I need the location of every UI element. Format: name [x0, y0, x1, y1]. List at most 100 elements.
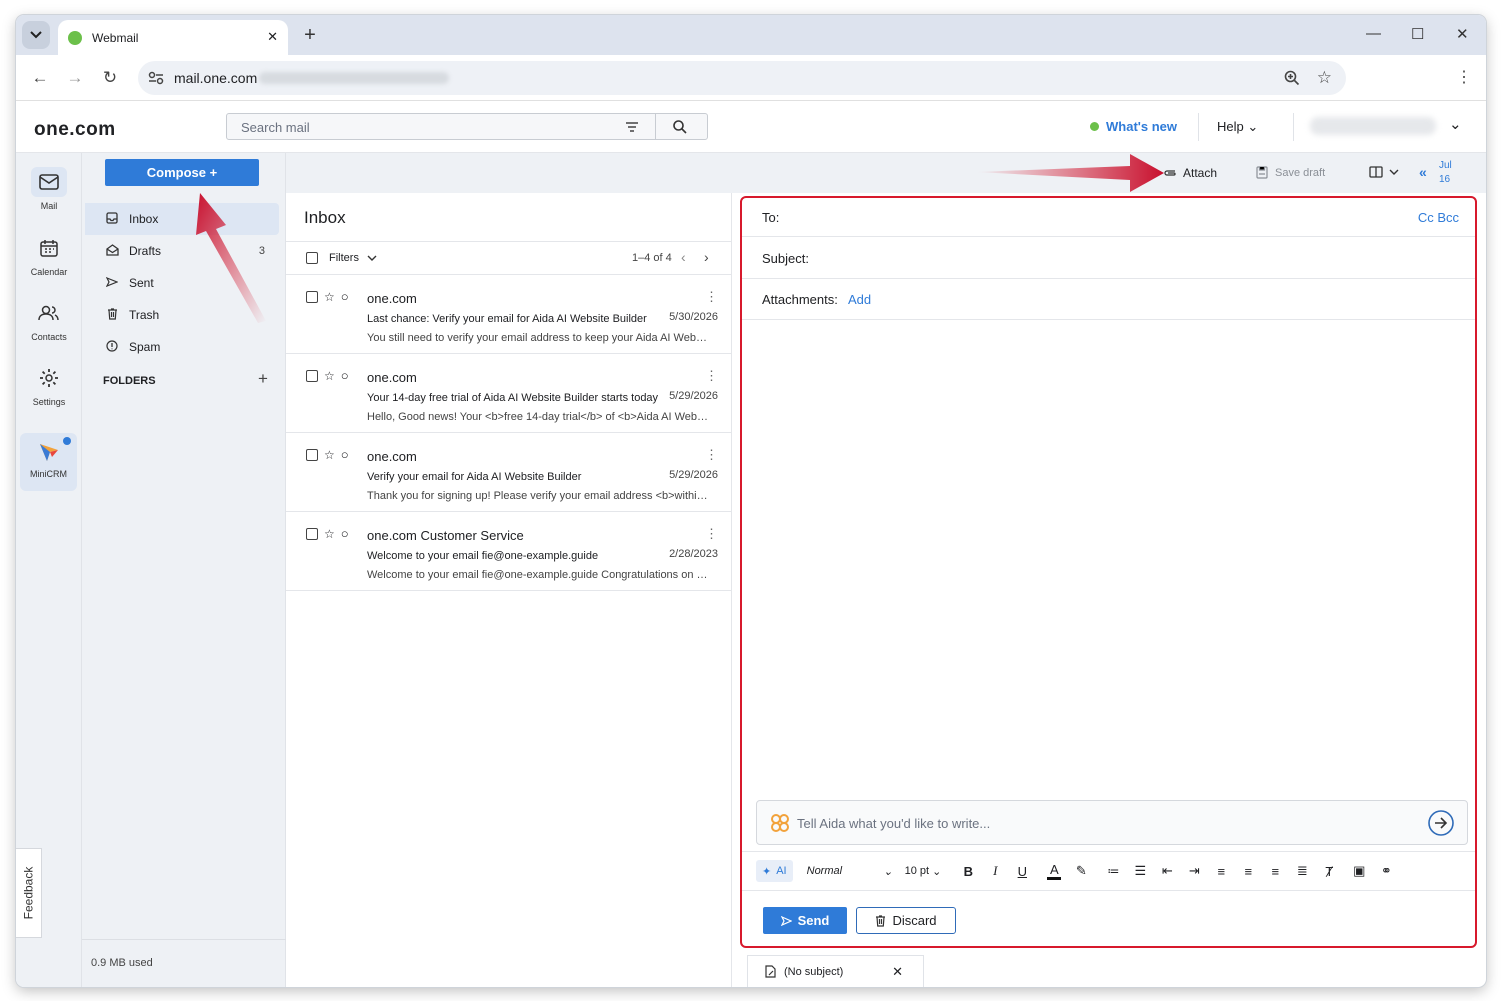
clear-format-icon[interactable]: Ⱦ: [1322, 864, 1336, 879]
unread-circle-icon[interactable]: ○: [341, 447, 349, 462]
rail-minicrm-label: MiniCRM: [30, 469, 67, 479]
browser-tab[interactable]: Webmail ✕: [58, 20, 288, 55]
numbered-list-icon[interactable]: ≔: [1106, 864, 1120, 878]
attach-button[interactable]: Attach: [1163, 166, 1217, 180]
align-center-icon[interactable]: ≡: [1241, 864, 1255, 879]
select-all-checkbox[interactable]: [306, 252, 318, 264]
bookmark-star-icon[interactable]: ☆: [1317, 68, 1332, 88]
send-button[interactable]: Send: [763, 907, 847, 934]
add-folder-icon[interactable]: +: [258, 369, 268, 389]
logo[interactable]: one.com: [34, 119, 116, 141]
unread-circle-icon[interactable]: ○: [341, 526, 349, 541]
row-checkbox[interactable]: [306, 290, 318, 303]
discard-button[interactable]: Discard: [856, 907, 956, 934]
filter-icon[interactable]: [625, 121, 639, 133]
back-icon[interactable]: ←: [28, 66, 52, 90]
account-chevron-icon[interactable]: ⌄: [1449, 115, 1462, 133]
align-left-icon[interactable]: ≡: [1214, 864, 1228, 879]
outdent-icon[interactable]: ⇤: [1160, 863, 1174, 879]
bullet-list-icon[interactable]: ☰: [1133, 863, 1147, 879]
rail-mail[interactable]: Mail: [16, 167, 82, 211]
star-icon[interactable]: ☆: [324, 448, 335, 462]
row-checkbox[interactable]: [306, 527, 318, 540]
draft-chip-label: (No subject): [784, 965, 844, 978]
tab-close-icon[interactable]: ✕: [267, 29, 278, 45]
draft-chip[interactable]: (No subject) ✕: [747, 955, 924, 987]
folder-item-trash[interactable]: Trash: [85, 299, 279, 331]
more-options-icon[interactable]: ⋮: [705, 368, 718, 384]
whats-new-link[interactable]: What's new: [1106, 119, 1177, 134]
list-item[interactable]: ☆ ○ one.com Customer Service ⋮ Welcome to…: [286, 512, 732, 591]
star-icon[interactable]: ☆: [324, 369, 335, 383]
add-attachment-link[interactable]: Add: [848, 292, 871, 307]
search-icon[interactable]: [673, 120, 687, 134]
bold-icon[interactable]: B: [961, 864, 975, 879]
list-item[interactable]: ☆ ○ one.com ⋮ Last chance: Verify your em…: [286, 275, 732, 354]
rail-settings[interactable]: Settings: [16, 363, 82, 407]
folder-item-spam[interactable]: Spam: [85, 331, 279, 363]
indent-icon[interactable]: ⇥: [1187, 863, 1201, 879]
compose-button[interactable]: Compose +: [105, 159, 259, 186]
style-select[interactable]: Normal ⌄: [807, 865, 893, 878]
unread-circle-icon[interactable]: ○: [341, 368, 349, 383]
arrow-right-circle-icon[interactable]: [1427, 809, 1455, 837]
zoom-icon[interactable]: [1284, 70, 1300, 86]
underline-icon[interactable]: U: [1015, 864, 1029, 879]
italic-icon[interactable]: I: [988, 863, 1002, 879]
more-options-icon[interactable]: ⋮: [705, 289, 718, 305]
list-item[interactable]: ☆ ○ one.com ⋮ Your 14-day free trial of A…: [286, 354, 732, 433]
highlight-icon[interactable]: ✎: [1074, 863, 1088, 879]
site-info-icon[interactable]: [148, 71, 164, 85]
minimize-icon[interactable]: —: [1366, 25, 1381, 42]
link-icon[interactable]: ⚭: [1379, 863, 1393, 879]
next-page-icon[interactable]: ›: [704, 249, 709, 265]
calendar-icon: [31, 233, 67, 263]
folder-item-drafts[interactable]: Drafts 3: [85, 235, 279, 267]
align-right-icon[interactable]: ≡: [1268, 864, 1282, 879]
account-name-redacted[interactable]: [1310, 117, 1436, 135]
aida-prompt-input[interactable]: Tell Aida what you'd like to write...: [756, 800, 1468, 845]
justify-icon[interactable]: ≣: [1295, 863, 1309, 879]
rail-contacts[interactable]: Contacts: [16, 298, 82, 342]
reload-icon[interactable]: ↻: [98, 66, 122, 90]
tab-search-button[interactable]: [22, 21, 50, 49]
address-bar[interactable]: mail.one.com ☆: [138, 61, 1346, 95]
row-checkbox[interactable]: [306, 369, 318, 382]
layout-toggle[interactable]: [1369, 166, 1399, 178]
prev-page-icon[interactable]: ‹: [681, 249, 686, 265]
subject-field[interactable]: Subject:: [742, 237, 1475, 279]
help-menu[interactable]: Help ⌄: [1217, 119, 1258, 135]
folder-pane: Compose + Inbox Drafts 3 Sent Trash Spam…: [82, 153, 286, 987]
new-tab-button[interactable]: +: [298, 23, 322, 47]
message-body-editor[interactable]: [742, 320, 1475, 796]
more-options-icon[interactable]: ⋮: [705, 526, 718, 542]
collapse-double-chevron-icon[interactable]: «: [1419, 164, 1427, 180]
feedback-tab[interactable]: Feedback: [16, 848, 42, 938]
list-item[interactable]: ☆ ○ one.com ⋮ Verify your email for Aida …: [286, 433, 732, 512]
row-checkbox[interactable]: [306, 448, 318, 461]
cc-bcc-link[interactable]: Cc Bcc: [1418, 210, 1459, 225]
filters-dropdown[interactable]: Filters: [329, 252, 377, 264]
to-field[interactable]: To: Cc Bcc: [742, 198, 1475, 237]
maximize-icon[interactable]: ☐: [1411, 25, 1424, 43]
list-toolbar: Filters 1–4 of 4 ‹ ›: [286, 241, 732, 275]
star-icon[interactable]: ☆: [324, 290, 335, 304]
folder-item-inbox[interactable]: Inbox: [85, 203, 279, 235]
forward-icon[interactable]: →: [63, 66, 87, 90]
folder-item-sent[interactable]: Sent: [85, 267, 279, 299]
ai-button[interactable]: ✦ AI: [756, 860, 793, 882]
unread-circle-icon[interactable]: ○: [341, 289, 349, 304]
rail-minicrm[interactable]: MiniCRM: [20, 433, 77, 491]
window-close-icon[interactable]: ✕: [1456, 25, 1469, 43]
text-color-icon[interactable]: A: [1047, 862, 1062, 880]
browser-menu-icon[interactable]: ⋮: [1456, 67, 1472, 87]
insert-image-icon[interactable]: ▣: [1352, 863, 1366, 879]
more-options-icon[interactable]: ⋮: [705, 447, 718, 463]
rail-calendar[interactable]: Calendar: [16, 233, 82, 277]
search-input[interactable]: Search mail: [226, 113, 708, 140]
font-size-select[interactable]: 10 pt ⌄: [905, 865, 942, 878]
star-icon[interactable]: ☆: [324, 527, 335, 541]
save-draft-button[interactable]: Save draft: [1256, 166, 1325, 179]
close-draft-icon[interactable]: ✕: [892, 964, 903, 980]
send-icon: [780, 915, 792, 926]
